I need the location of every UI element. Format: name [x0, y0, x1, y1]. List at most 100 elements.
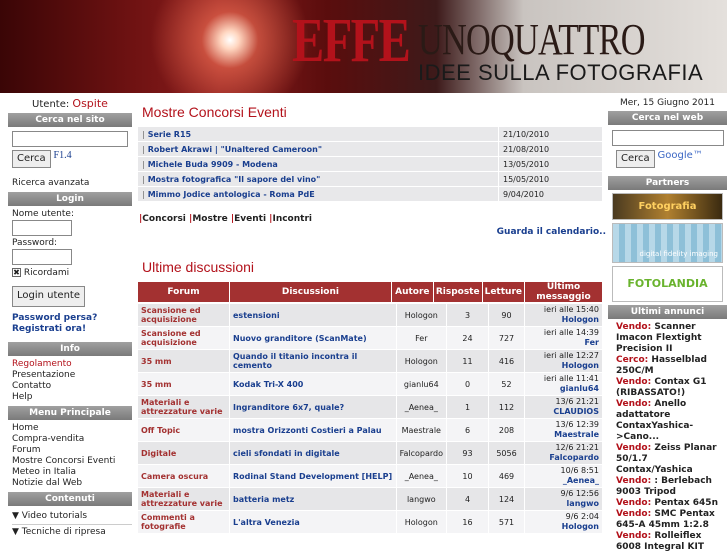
- ad-item[interactable]: Vendo: Contax G1 (RIBASSATO!): [616, 377, 727, 399]
- forum-cell[interactable]: Off Topic: [137, 418, 230, 442]
- topic-cell[interactable]: Quando il titanio incontra il cemento: [229, 349, 397, 373]
- event-name[interactable]: Serie R15: [148, 130, 191, 139]
- col-letture[interactable]: Letture: [481, 281, 526, 303]
- forum-cell[interactable]: 35 mm: [137, 349, 230, 373]
- ad-item[interactable]: Vendo: Pentax 645n: [616, 498, 727, 509]
- forum-cell[interactable]: Materiali e attrezzature varie: [137, 487, 230, 511]
- ad-item[interactable]: Cerco: Hasselblad 250C/M: [616, 355, 727, 377]
- col-risposte[interactable]: Risposte: [432, 281, 483, 303]
- info-item-regolamento[interactable]: Regolamento: [12, 359, 132, 370]
- last-message-cell[interactable]: ieri alle 11:41 gianlu64: [524, 372, 603, 396]
- web-search-button[interactable]: Cerca: [616, 150, 655, 168]
- site-search-button[interactable]: Cerca: [12, 150, 51, 168]
- forum-cell[interactable]: Scansione ed acquisizione: [137, 326, 230, 350]
- last-user[interactable]: gianlu64: [560, 384, 599, 393]
- last-user[interactable]: Hologon: [562, 315, 599, 324]
- table-row[interactable]: Scansione ed acquisizione estensioni Holog…: [137, 303, 603, 327]
- remember-checkbox[interactable]: ✖: [12, 268, 21, 277]
- last-user[interactable]: Fer: [584, 338, 599, 347]
- ad-item[interactable]: Vendo: : Berlebach 9003 Tripod: [616, 476, 727, 498]
- login-button[interactable]: Login utente: [12, 286, 85, 307]
- last-message-cell[interactable]: ieri alle 14:39 Fer: [524, 326, 603, 350]
- tab-concorsi[interactable]: Concorsi: [142, 214, 186, 224]
- topic-cell[interactable]: L'altra Venezia: [229, 510, 397, 534]
- menu-item-forum[interactable]: Forum: [12, 445, 132, 456]
- last-user[interactable]: Maestrale: [554, 430, 599, 439]
- forum-cell[interactable]: Materiali e attrezzature varie: [137, 395, 230, 419]
- table-row[interactable]: Digitale cieli sfondati in digitale Falcop…: [137, 441, 603, 465]
- table-row[interactable]: Scansione ed acquisizione Nuovo granditor…: [137, 326, 603, 350]
- content-item-tecniche[interactable]: ▼ Tecniche di ripresa: [12, 525, 132, 540]
- tab-mostre[interactable]: Mostre: [192, 214, 227, 224]
- web-search-input[interactable]: [612, 130, 724, 146]
- col-autore[interactable]: Autore: [390, 281, 434, 303]
- event-row[interactable]: | Robert Akrawi | "Unaltered Cameroon" 21…: [137, 141, 603, 157]
- topic-cell[interactable]: Nuovo granditore (ScanMate): [229, 326, 397, 350]
- event-row[interactable]: | Mimmo Jodice antologica - Roma PdE 9/04…: [137, 186, 603, 202]
- menu-item-compravendita[interactable]: Compra-vendita: [12, 434, 132, 445]
- forum-cell[interactable]: Scansione ed acquisizione: [137, 303, 230, 327]
- table-row[interactable]: Materiali e attrezzature varie Ingrandito…: [137, 395, 603, 419]
- table-row[interactable]: Off Topic mostra Orizzonti Costieri a Pal…: [137, 418, 603, 442]
- event-name[interactable]: Michele Buda 9909 - Modena: [148, 160, 278, 169]
- info-item-contatto[interactable]: Contatto: [12, 381, 132, 392]
- event-row[interactable]: | Serie R15 21/10/2010: [137, 126, 603, 142]
- last-message-cell[interactable]: 13/6 12:39 Maestrale: [524, 418, 603, 442]
- forum-cell[interactable]: 35 mm: [137, 372, 230, 396]
- col-discussioni[interactable]: Discussioni: [229, 281, 392, 303]
- last-message-cell[interactable]: 10/6 8:51 _Aenea_: [524, 464, 603, 488]
- last-user[interactable]: Falcopardo: [549, 453, 599, 462]
- event-name[interactable]: Robert Akrawi | "Unaltered Cameroon": [148, 145, 322, 154]
- topic-cell[interactable]: Ingranditore 6x7, quale?: [229, 395, 397, 419]
- col-ultimo[interactable]: Ultimo messaggio: [524, 281, 603, 303]
- calendar-link[interactable]: Guarda il calendario..: [137, 227, 606, 237]
- content-item-video[interactable]: ▼ Video tutorials: [12, 509, 132, 525]
- password-input[interactable]: [12, 249, 72, 265]
- table-row[interactable]: Commenti a fotografie L'altra Venezia Holo…: [137, 510, 603, 534]
- username-input[interactable]: [12, 220, 72, 236]
- event-name[interactable]: Mimmo Jodice antologica - Roma PdE: [148, 190, 315, 199]
- tab-eventi[interactable]: Eventi: [234, 214, 266, 224]
- info-item-presentazione[interactable]: Presentazione: [12, 370, 132, 381]
- partner-banner-1[interactable]: Fotografia: [612, 193, 723, 220]
- menu-item-notizie[interactable]: Notizie dal Web: [12, 478, 132, 489]
- forum-cell[interactable]: Digitale: [137, 441, 230, 465]
- ad-item[interactable]: Vendo: Zeiss Planar 50/1.7 Contax/Yashic…: [616, 443, 727, 476]
- last-message-cell[interactable]: 9/6 2:04 Hologon: [524, 510, 603, 534]
- topic-cell[interactable]: Rodinal Stand Development [HELP]: [229, 464, 397, 488]
- menu-item-meteo[interactable]: Meteo in Italia: [12, 467, 132, 478]
- ad-item[interactable]: Vendo: SMC Pentax 645-A 45mm 1:2.8: [616, 509, 727, 531]
- topic-cell[interactable]: mostra Orizzonti Costieri a Palau: [229, 418, 397, 442]
- site-search-input[interactable]: [12, 131, 128, 147]
- event-row[interactable]: | Mostra fotografica "Il sapore del vino…: [137, 171, 603, 187]
- topic-cell[interactable]: batteria metz: [229, 487, 397, 511]
- table-row[interactable]: 35 mm Kodak Tri-X 400 gianlu64 0 52 ieri alle…: [137, 372, 603, 396]
- menu-item-home[interactable]: Home: [12, 423, 132, 434]
- table-row[interactable]: 35 mm Quando il titanio incontra il cemen…: [137, 349, 603, 373]
- ad-item[interactable]: Vendo: Anello adattatore ContaxYashica->…: [616, 399, 727, 443]
- col-forum[interactable]: Forum: [137, 281, 230, 303]
- partner-banner-fotolandia[interactable]: FOTOLANDIA: [612, 266, 723, 302]
- forum-cell[interactable]: Commenti a fotografie: [137, 510, 230, 534]
- remember-row[interactable]: ✖ Ricordami: [12, 268, 132, 279]
- last-message-cell[interactable]: 13/6 21:21 CLAUDIOS: [524, 395, 603, 419]
- last-message-cell[interactable]: 9/6 12:56 langwo: [524, 487, 603, 511]
- last-user[interactable]: Hologon: [562, 522, 599, 531]
- topic-cell[interactable]: estensioni: [229, 303, 397, 327]
- table-row[interactable]: Camera oscura Rodinal Stand Development […: [137, 464, 603, 488]
- register-link[interactable]: Registrati ora!: [12, 324, 132, 335]
- table-row[interactable]: Materiali e attrezzature varie batteria m…: [137, 487, 603, 511]
- last-user[interactable]: _Aenea_: [563, 476, 599, 485]
- ad-item[interactable]: Vendo: Rolleiflex 6008 Integral KIT: [616, 531, 727, 553]
- ad-item[interactable]: Vendo: Scanner Imacon Flextight Precisio…: [616, 322, 727, 355]
- advanced-search-link[interactable]: Ricerca avanzata: [12, 178, 132, 189]
- last-message-cell[interactable]: ieri alle 12:27 Hologon: [524, 349, 603, 373]
- topic-cell[interactable]: Kodak Tri-X 400: [229, 372, 397, 396]
- partner-banner-dfi[interactable]: digital fidelity imaging: [612, 223, 723, 263]
- event-row[interactable]: | Michele Buda 9909 - Modena 13/05/2010: [137, 156, 603, 172]
- ad-text[interactable]: Pentax 645n: [654, 498, 718, 508]
- site-header[interactable]: EFFE UNOQUATTRO IDEE SULLA FOTOGRAFIA: [0, 0, 727, 93]
- forgot-password-link[interactable]: Password persa?: [12, 313, 132, 324]
- forum-cell[interactable]: Camera oscura: [137, 464, 230, 488]
- info-item-help[interactable]: Help: [12, 392, 132, 403]
